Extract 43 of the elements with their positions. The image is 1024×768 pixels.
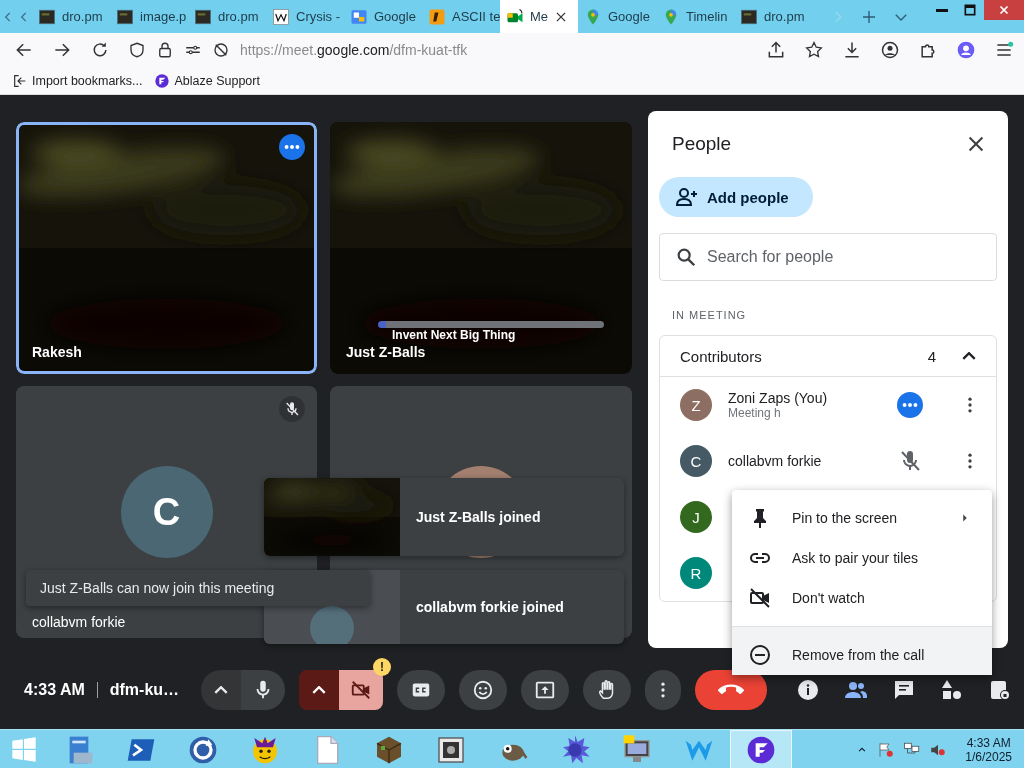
- video-tile[interactable]: Rakesh: [16, 122, 317, 374]
- browser-tab[interactable]: ASCII te: [422, 0, 500, 33]
- browser-tab[interactable]: dro.pm: [32, 0, 110, 33]
- taskbar-clock[interactable]: 4:33 AM 1/6/2025: [965, 736, 1012, 764]
- browser-tab[interactable]: Me: [500, 0, 578, 33]
- browser-tab[interactable]: dro.pm: [188, 0, 266, 33]
- browser-tab[interactable]: Crysis -: [266, 0, 344, 33]
- participant-name: Just Z-Balls: [346, 344, 426, 360]
- panel-title: People: [672, 133, 732, 155]
- meeting-time: 4:33 AM: [24, 681, 85, 699]
- url-field[interactable]: https://meet.google.com/dfm-kuat-tfk: [240, 42, 468, 58]
- snackbar-message: Just Z-Balls can now join this meeting: [26, 570, 370, 606]
- bookmark-link[interactable]: Import bookmarks...: [12, 72, 143, 89]
- video-tile[interactable]: Invent Next Big Thing Just Z-Balls: [330, 122, 632, 374]
- menu-item[interactable]: Don't watch: [732, 578, 992, 618]
- group-label: Contributors: [680, 347, 763, 365]
- participant-name: collabvm forkie: [32, 614, 126, 630]
- banner-text: Invent Next Big Thing: [392, 328, 516, 342]
- bookmark-link[interactable]: Ablaze Support: [154, 72, 260, 89]
- avatar: Z: [680, 389, 712, 421]
- browser-tab[interactable]: Timelin: [656, 0, 734, 33]
- participant-name: collabvm forkie: [728, 453, 823, 469]
- participant-role: Meeting h: [728, 406, 782, 420]
- avatar: C: [680, 445, 712, 477]
- meeting-code: dfm-ku…: [109, 681, 180, 699]
- avatar: C: [120, 466, 213, 558]
- avatar: R: [680, 557, 712, 589]
- browser-tab[interactable]: image.p: [110, 0, 188, 33]
- group-count: 4: [927, 347, 936, 365]
- notification-text: collabvm forkie joined: [416, 599, 564, 615]
- add-people-button[interactable]: Add people: [659, 177, 813, 217]
- browser-tab[interactable]: Google: [344, 0, 422, 33]
- menu-item[interactable]: Remove from the call: [732, 626, 992, 675]
- menu-item[interactable]: Ask to pair your tiles: [732, 538, 992, 578]
- menu-item[interactable]: Pin to the screen: [732, 498, 992, 538]
- avatar: J: [680, 501, 712, 533]
- alert-badge: !: [373, 658, 392, 676]
- participant-name: Rakesh: [32, 344, 82, 360]
- browser-tab[interactable]: Google: [578, 0, 656, 33]
- search-field[interactable]: Search for people: [659, 233, 997, 281]
- participant-name: Zoni Zaps (You): [728, 390, 829, 406]
- section-label: IN MEETING: [672, 309, 748, 321]
- browser-tab[interactable]: dro.pm: [734, 0, 812, 33]
